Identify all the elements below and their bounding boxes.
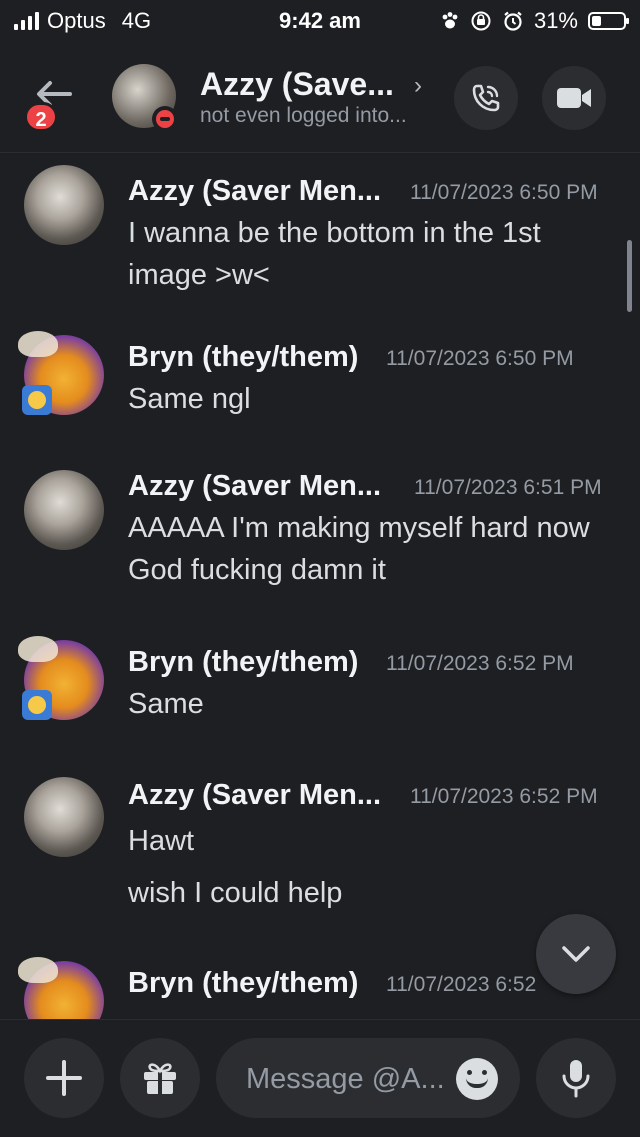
message-author[interactable]: Bryn (they/them) [128,341,358,374]
dnd-status-icon [152,106,178,132]
message-text: wish I could help [128,877,343,909]
avatar[interactable] [24,165,104,245]
message-text: I wanna be the bottom in the 1st image >… [128,217,541,291]
scrollbar-thumb[interactable] [627,240,632,312]
jump-to-latest-button[interactable] [536,914,616,994]
add-attachment-button[interactable] [24,1038,104,1118]
avatar[interactable] [18,331,104,415]
video-call-button[interactable] [542,66,606,130]
unread-badge: 2 [24,102,58,132]
battery-icon [588,12,629,30]
avatar[interactable] [24,777,104,857]
gift-icon [144,1063,176,1094]
coffee-mug-icon [22,385,52,415]
dm-header: 2 Azzy (Save... › not even logged into..… [0,52,640,153]
gift-button[interactable] [120,1038,200,1118]
message-author[interactable]: Azzy (Saver Men... [128,779,381,812]
alarm-icon [504,11,522,31]
custom-status: not even logged into... [200,104,407,127]
message-composer [0,1019,640,1137]
message-timestamp: 11/07/2023 6:50 PM [410,181,598,204]
chevron-right-icon[interactable]: › [414,72,422,100]
message-timestamp: 11/07/2023 6:52 [386,973,537,996]
voice-message-button[interactable] [536,1038,616,1118]
message-text: Same ngl [128,383,251,415]
message-author[interactable]: Bryn (they/them) [128,967,358,1000]
avatar[interactable] [18,957,104,1019]
orientation-lock-icon [471,11,491,31]
avatar[interactable] [18,636,104,720]
message-text: Hawt [128,825,195,857]
message-list[interactable]: Azzy (Saver Men... 11/07/2023 6:50 PM I … [0,153,640,1019]
status-right: 31% [440,8,629,34]
message-timestamp: 11/07/2023 6:52 PM [386,652,574,675]
message-author[interactable]: Azzy (Saver Men... [128,175,381,208]
message-author[interactable]: Bryn (they/them) [128,646,358,679]
message-author[interactable]: Azzy (Saver Men... [128,470,381,503]
phone-icon [472,84,500,112]
voice-call-button[interactable] [454,66,518,130]
avatar[interactable] [24,470,104,550]
paw-icon [442,12,458,29]
message-timestamp: 11/07/2023 6:52 PM [410,785,598,808]
message-text: AAAAA I'm making myself hard now God fuc… [128,512,590,586]
message-text: Same [128,688,204,720]
status-bar: Optus 4G 9:42 am 31% [0,0,640,40]
video-camera-icon [557,88,591,108]
chevron-down-icon [562,946,590,962]
dm-title[interactable]: Azzy (Save... [200,66,394,103]
coffee-mug-icon [22,690,52,720]
microphone-icon [562,1060,590,1098]
message-input[interactable] [244,1038,458,1120]
message-timestamp: 11/07/2023 6:51 PM [414,476,602,499]
battery-percent: 31% [533,8,578,33]
message-timestamp: 11/07/2023 6:50 PM [386,347,574,370]
plus-icon [46,1060,82,1096]
message-input-container[interactable] [216,1038,520,1120]
emoji-icon[interactable] [456,1058,498,1100]
